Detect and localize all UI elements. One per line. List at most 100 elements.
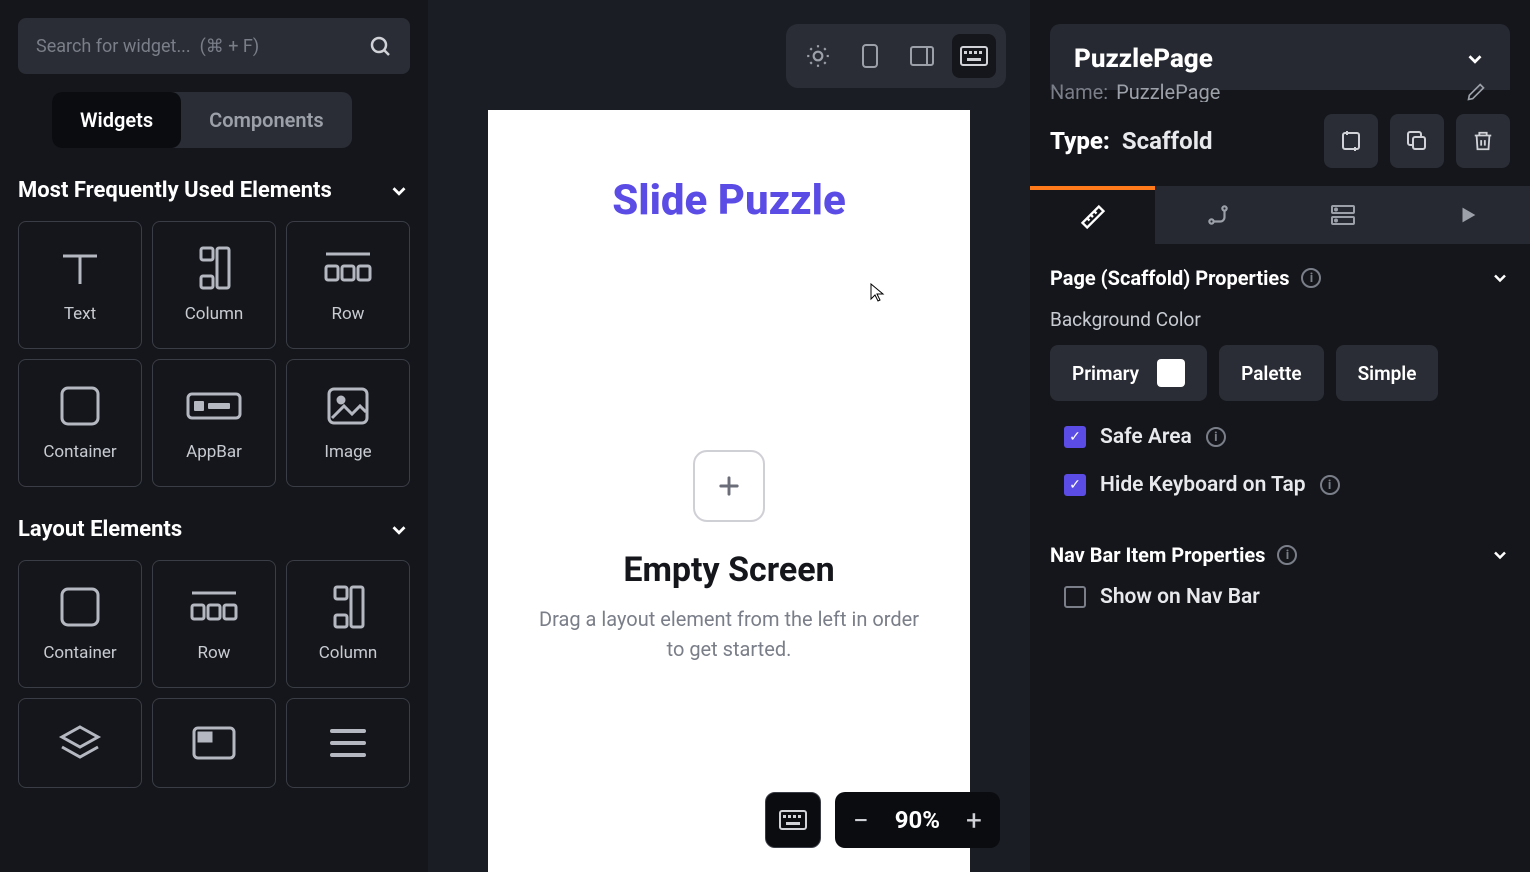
widget-palette-panel: Widgets Components Most Frequently Used … xyxy=(0,0,428,872)
info-icon[interactable]: i xyxy=(1301,268,1321,288)
chip-label: Simple xyxy=(1358,362,1417,385)
widget-row[interactable]: Row xyxy=(286,221,410,349)
tab-design[interactable] xyxy=(1030,186,1155,244)
widget-stack[interactable] xyxy=(18,698,142,788)
widget-container[interactable]: Container xyxy=(18,359,142,487)
name-row: Name: PuzzlePage xyxy=(1050,82,1510,102)
widget-label: Row xyxy=(332,304,365,324)
type-label: Type: xyxy=(1050,127,1110,155)
color-chip-simple[interactable]: Simple xyxy=(1336,345,1439,401)
widget-column[interactable]: Column xyxy=(152,221,276,349)
name-label: Name: xyxy=(1050,82,1108,102)
tab-widgets[interactable]: Widgets xyxy=(52,92,181,148)
widget-text[interactable]: Text xyxy=(18,221,142,349)
delete-button[interactable] xyxy=(1456,114,1510,168)
widget-container[interactable]: Container xyxy=(18,560,142,688)
frequent-grid: Text Column Row Container AppBar Image xyxy=(18,221,410,487)
row-icon xyxy=(322,246,374,290)
section-frequent-title: Most Frequently Used Elements xyxy=(18,178,332,203)
show-navbar-row[interactable]: Show on Nav Bar xyxy=(1050,585,1510,609)
phone-icon xyxy=(859,43,881,69)
color-swatch xyxy=(1157,359,1185,387)
copy-button[interactable] xyxy=(1390,114,1444,168)
section-title: Page (Scaffold) Properties xyxy=(1050,266,1289,290)
section-header[interactable]: Page (Scaffold) Properties i xyxy=(1050,266,1510,290)
tab-animations[interactable] xyxy=(1405,186,1530,244)
keyboard-shortcut-button[interactable] xyxy=(765,792,821,848)
widget-label: Image xyxy=(324,442,371,462)
widget-label: Container xyxy=(43,643,116,663)
zoom-pill: − 90% + xyxy=(835,792,1000,848)
widget-label: Column xyxy=(185,304,244,324)
chip-label: Primary xyxy=(1072,362,1139,385)
widget-image[interactable]: Image xyxy=(286,359,410,487)
appbar-icon xyxy=(186,384,242,428)
tab-components[interactable]: Components xyxy=(181,92,351,148)
widget-label: Column xyxy=(319,643,378,663)
widget-card[interactable] xyxy=(152,698,276,788)
hide-keyboard-row[interactable]: ✓ Hide Keyboard on Tap i xyxy=(1050,473,1510,497)
safe-area-row[interactable]: ✓ Safe Area i xyxy=(1050,425,1510,449)
widget-row[interactable]: Row xyxy=(152,560,276,688)
zoom-out-button[interactable]: − xyxy=(835,804,887,837)
checkbox-unchecked-icon[interactable] xyxy=(1064,586,1086,608)
info-icon[interactable]: i xyxy=(1320,475,1340,495)
container-icon xyxy=(58,585,102,629)
type-row: Type: Scaffold xyxy=(1050,114,1510,186)
widget-label: Container xyxy=(43,442,116,462)
page-selector[interactable]: PuzzlePage xyxy=(1050,24,1510,90)
database-icon xyxy=(1329,203,1357,227)
checkbox-checked-icon[interactable]: ✓ xyxy=(1064,426,1086,448)
copy-icon xyxy=(1405,129,1429,153)
chevron-down-icon xyxy=(388,180,410,202)
empty-title: Empty Screen xyxy=(518,550,940,590)
properties-panel: PuzzlePage Name: PuzzlePage Type: Scaffo… xyxy=(1030,0,1530,872)
info-icon[interactable]: i xyxy=(1206,427,1226,447)
chip-label: Palette xyxy=(1241,362,1301,385)
trash-icon xyxy=(1472,129,1494,153)
search-input[interactable] xyxy=(36,36,368,57)
section-header[interactable]: Nav Bar Item Properties i xyxy=(1050,543,1510,567)
background-color-label: Background Color xyxy=(1050,308,1510,331)
section-frequent-header[interactable]: Most Frequently Used Elements xyxy=(18,178,410,203)
text-icon xyxy=(57,246,103,290)
widget-listview[interactable] xyxy=(286,698,410,788)
search-icon xyxy=(368,34,392,58)
edit-icon[interactable] xyxy=(1466,82,1486,102)
chevron-down-icon xyxy=(1490,545,1510,565)
wrap-icon xyxy=(1339,129,1363,153)
ruler-icon xyxy=(1079,203,1107,231)
device-keyboard-button[interactable] xyxy=(952,34,996,78)
device-preview[interactable]: Slide Puzzle Empty Screen Drag a layout … xyxy=(488,110,970,872)
layout-grid: Container Row Column xyxy=(18,560,410,788)
container-icon xyxy=(58,384,102,428)
device-phone-button[interactable] xyxy=(848,34,892,78)
zoom-in-button[interactable]: + xyxy=(948,804,1000,837)
checkbox-checked-icon[interactable]: ✓ xyxy=(1064,474,1086,496)
color-chip-primary[interactable]: Primary xyxy=(1050,345,1207,401)
keyboard-icon xyxy=(779,810,807,830)
wrap-button[interactable] xyxy=(1324,114,1378,168)
tab-backend[interactable] xyxy=(1280,186,1405,244)
chevron-down-icon xyxy=(1464,48,1486,70)
section-title: Nav Bar Item Properties xyxy=(1050,543,1265,567)
palette-tabs: Widgets Components xyxy=(52,92,352,148)
widget-label: Text xyxy=(64,304,96,324)
widget-search[interactable] xyxy=(18,18,410,74)
section-layout-header[interactable]: Layout Elements xyxy=(18,517,410,542)
widget-column[interactable]: Column xyxy=(286,560,410,688)
device-tablet-button[interactable] xyxy=(900,34,944,78)
tablet-icon xyxy=(909,44,935,68)
add-element-button[interactable] xyxy=(693,450,765,522)
tab-actions[interactable] xyxy=(1155,186,1280,244)
theme-toggle-button[interactable] xyxy=(796,34,840,78)
zoom-value: 90% xyxy=(887,806,948,834)
app-title: Slide Puzzle xyxy=(488,176,970,225)
color-chip-palette[interactable]: Palette xyxy=(1219,345,1323,401)
play-icon xyxy=(1457,204,1479,226)
plus-icon xyxy=(715,472,743,500)
info-icon[interactable]: i xyxy=(1277,545,1297,565)
image-icon xyxy=(326,384,370,428)
chevron-down-icon xyxy=(1490,268,1510,288)
widget-appbar[interactable]: AppBar xyxy=(152,359,276,487)
